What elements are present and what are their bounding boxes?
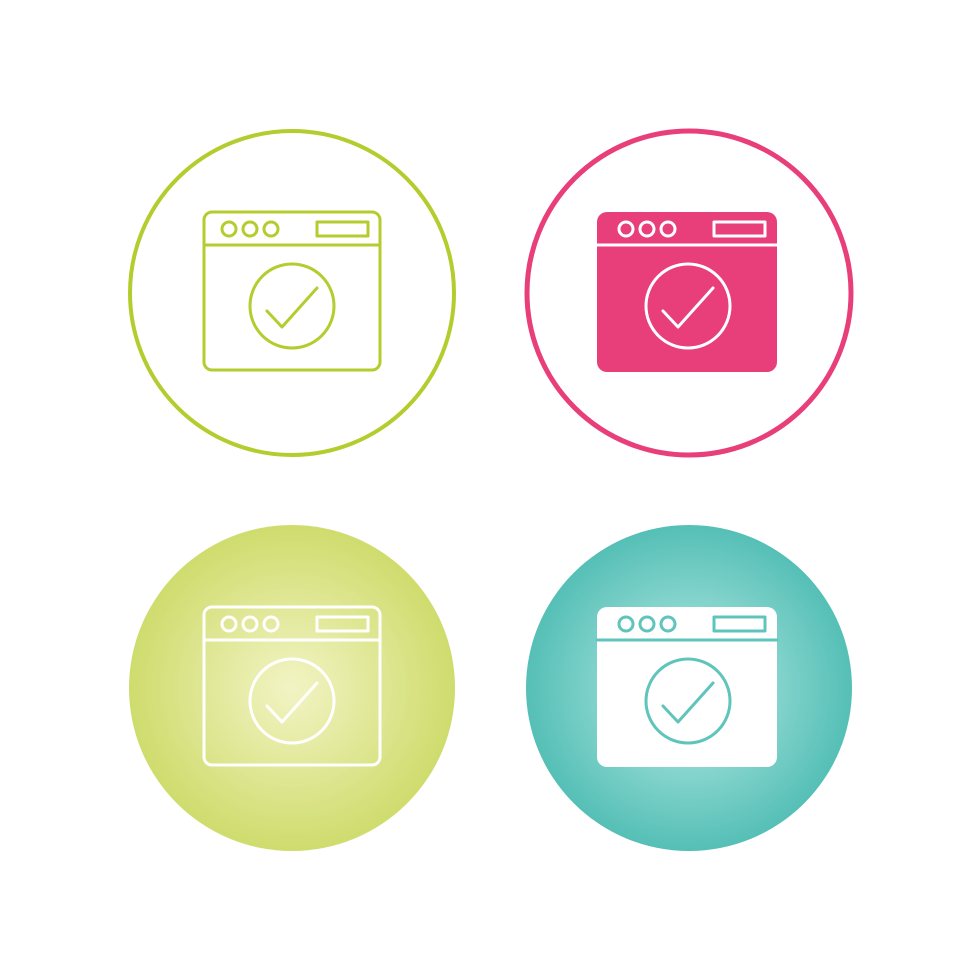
- browser-window-check-icon: [526, 525, 852, 851]
- icon-tile-outline: [127, 128, 457, 458]
- icon-set: [0, 0, 980, 980]
- icon-tile-filled: [524, 128, 854, 458]
- icon-tile-outline-on-circle: [127, 523, 457, 853]
- browser-window-check-icon: [524, 128, 854, 458]
- browser-window-check-icon: [128, 129, 456, 457]
- icon-tile-filled-on-circle: [524, 523, 854, 853]
- browser-window-check-icon: [129, 525, 455, 851]
